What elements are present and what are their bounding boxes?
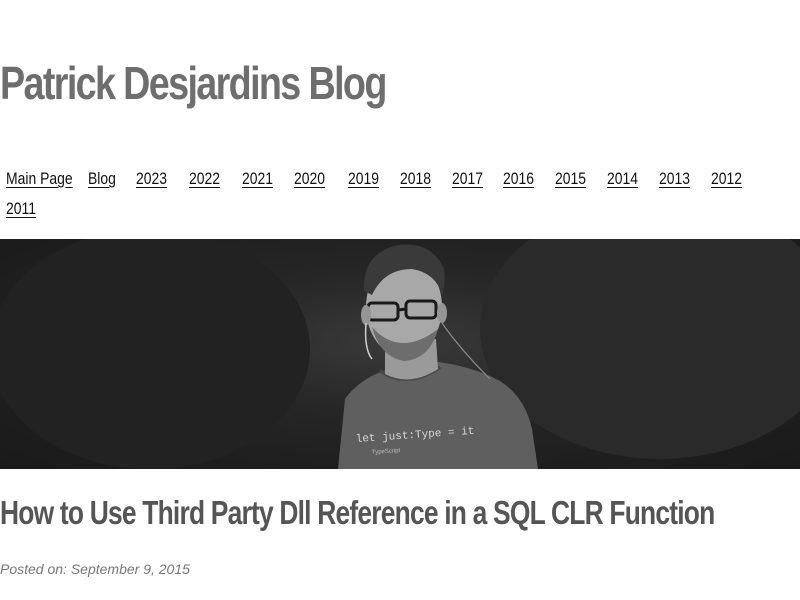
nav-link-2016[interactable]: 2016 [503,168,536,190]
nav-link-2021[interactable]: 2021 [242,168,275,190]
nav-link-2014[interactable]: 2014 [607,168,640,190]
site-header: Patrick Desjardins Blog [0,0,800,160]
nav-link-2015[interactable]: 2015 [555,168,588,190]
hero-banner-image: let just:Type = it TypeScript [0,239,800,469]
nav-link-2011[interactable]: 2011 [6,198,39,220]
post-title: How to Use Third Party Dll Reference in … [0,494,715,531]
nav-link-2017[interactable]: 2017 [452,168,485,190]
speaker-photo: let just:Type = it TypeScript [0,239,800,469]
nav-link-2023[interactable]: 2023 [136,168,169,190]
nav-link-2012[interactable]: 2012 [711,168,744,190]
main-nav: Main Page Blog 2023 2022 2021 2020 2019 … [6,168,796,220]
nav-link-2020[interactable]: 2020 [294,168,327,190]
nav-link-2013[interactable]: 2013 [659,168,692,190]
post-date: Posted on: September 9, 2015 [0,561,190,577]
nav-link-2018[interactable]: 2018 [400,168,433,190]
nav-link-main-page[interactable]: Main Page [6,168,73,190]
nav-link-blog[interactable]: Blog [88,168,116,190]
nav-link-2019[interactable]: 2019 [348,168,381,190]
nav-link-2022[interactable]: 2022 [189,168,222,190]
site-title-link[interactable]: Patrick Desjardins Blog [0,56,387,110]
